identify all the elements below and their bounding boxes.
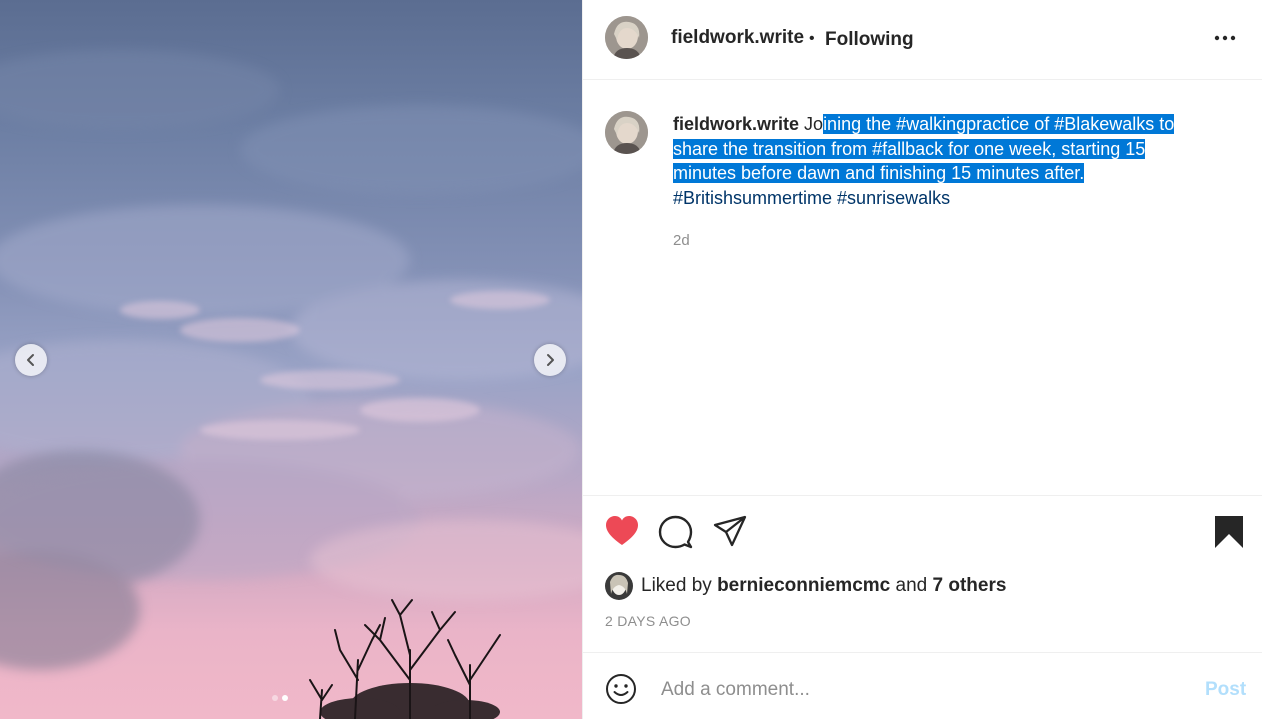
bookmark-filled-icon[interactable] — [1213, 515, 1245, 549]
carousel-dot-active — [282, 695, 288, 701]
liked-by-user-link[interactable]: bernieconniemcmc — [717, 575, 890, 597]
post-media[interactable] — [0, 0, 582, 719]
liked-by-others-link[interactable]: 7 others — [933, 575, 1007, 597]
chevron-right-icon — [547, 354, 554, 366]
post-caption: fieldwork.write Joining the #walkingprac… — [673, 112, 1213, 210]
liker-avatar[interactable] — [605, 572, 633, 600]
comment-form: Post — [583, 652, 1262, 719]
following-button[interactable]: Following — [825, 29, 914, 51]
avatar[interactable] — [605, 16, 648, 59]
liked-by-and: and — [895, 575, 928, 596]
carousel-prev-button[interactable] — [15, 344, 47, 376]
caption-timestamp: 2d — [673, 232, 690, 249]
likes-summary: Liked by bernieconniemcmc and 7 others — [605, 571, 1006, 601]
caption-text: ining the — [823, 114, 897, 134]
caption-username[interactable]: fieldwork.write — [673, 114, 799, 134]
action-bar — [583, 495, 1262, 549]
hashtag-link[interactable]: #Britishsummertime — [673, 188, 832, 208]
hashtag-link[interactable]: #sunrisewalks — [837, 188, 950, 208]
post-header: fieldwork.write • Following — [583, 0, 1262, 80]
paper-plane-icon[interactable] — [713, 515, 747, 547]
post-detail-panel: fieldwork.write • Following fieldwork.wr… — [582, 0, 1262, 719]
caption-text: of — [1029, 114, 1055, 134]
carousel-next-button[interactable] — [534, 344, 566, 376]
separator-dot: • — [809, 30, 815, 47]
caption-avatar[interactable] — [605, 111, 648, 154]
chevron-left-icon — [27, 354, 34, 366]
post-comment-button[interactable]: Post — [1205, 679, 1246, 701]
hashtag-link[interactable]: #Blakewalks — [1054, 114, 1154, 134]
comment-input[interactable] — [659, 675, 1183, 705]
heart-filled-icon[interactable] — [605, 515, 639, 547]
post-date: 2 DAYS AGO — [605, 613, 691, 629]
carousel-dot — [272, 695, 278, 701]
liked-by-label: Liked by — [641, 575, 712, 596]
smiley-icon[interactable] — [605, 673, 637, 705]
more-dots-icon[interactable] — [1213, 28, 1237, 48]
caption-text-start: Jo — [804, 114, 824, 134]
carousel-indicator — [272, 695, 288, 701]
hashtag-link[interactable]: #walkingpractice — [896, 114, 1029, 134]
comment-bubble-icon[interactable] — [658, 515, 694, 549]
sky-photo — [0, 50, 582, 719]
hashtag-link[interactable]: #fallback — [872, 139, 943, 159]
header-username[interactable]: fieldwork.write — [671, 27, 804, 49]
